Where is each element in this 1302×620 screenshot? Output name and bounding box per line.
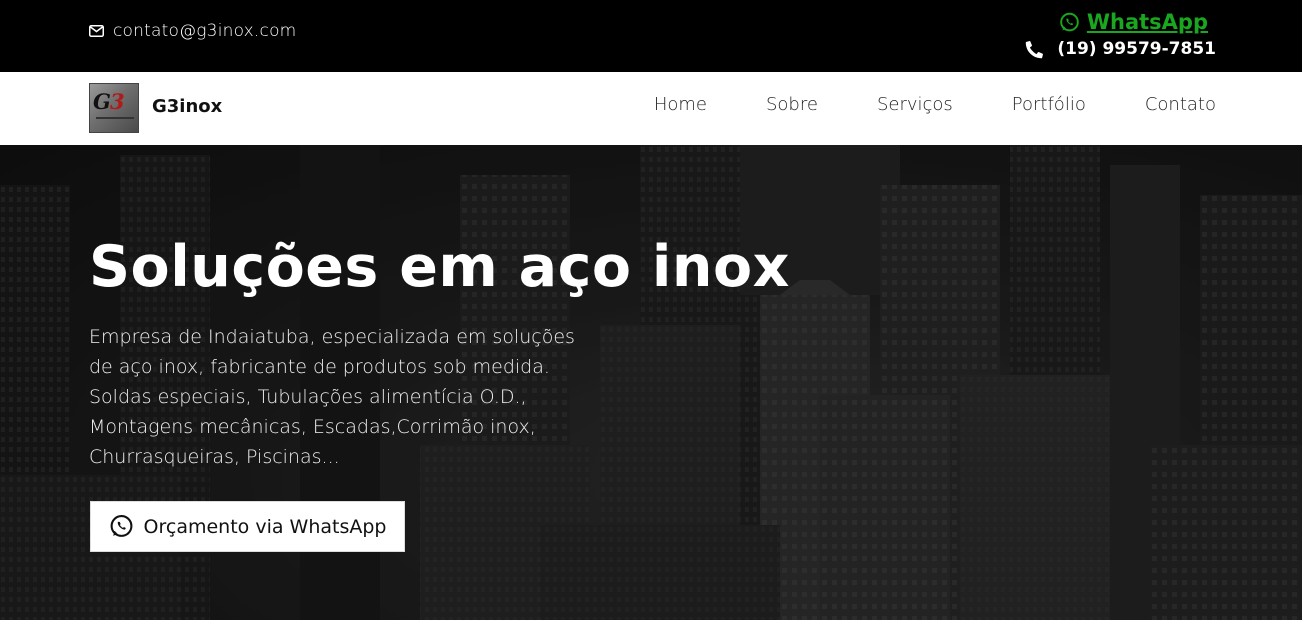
hero-title: Soluções em aço inox [89,234,790,300]
whatsapp-quote-button[interactable]: Orçamento via WhatsApp [90,501,405,552]
contact-email-text: contato@g3inox.com [113,21,297,41]
contact-email[interactable]: contato@g3inox.com [89,21,296,41]
hero-section: Soluções em aço inox Empresa de Indaiatu… [0,145,1302,620]
nav-portfolio[interactable]: Portfólio [1012,94,1086,115]
nav-contato[interactable]: Contato [1145,94,1216,115]
main-menu: Home Sobre Serviços Portfólio Contato [595,94,1216,115]
hero-description: Empresa de Indaiatuba, especializada em … [89,326,575,468]
phone-number: (19) 99579-7851 [1057,39,1216,59]
logo[interactable]: G3 [89,83,139,133]
main-navbar: G3 G3inox Home Sobre Serviços Portfólio … [0,72,1302,145]
whatsapp-quote-label: Orçamento via WhatsApp [143,515,387,538]
nav-sobre[interactable]: Sobre [766,94,818,115]
logo-letter: G [93,89,111,114]
nav-servicos[interactable]: Serviços [877,94,953,115]
whatsapp-icon [1060,12,1079,31]
brand-name[interactable]: G3inox [152,96,222,117]
top-bar: contato@g3inox.com WhatsApp (19) 99579-7… [0,0,1302,72]
phone-icon [1026,40,1044,58]
logo-underline [96,117,134,119]
logo-mark: G3 [93,89,125,114]
whatsapp-icon [110,515,132,537]
contact-phone[interactable]: (19) 99579-7851 [1025,39,1216,59]
logo-number: 3 [109,89,125,114]
whatsapp-label: WhatsApp [1086,10,1208,34]
envelope-icon [89,25,104,37]
whatsapp-link[interactable]: WhatsApp [1059,10,1208,34]
nav-home[interactable]: Home [654,94,707,115]
